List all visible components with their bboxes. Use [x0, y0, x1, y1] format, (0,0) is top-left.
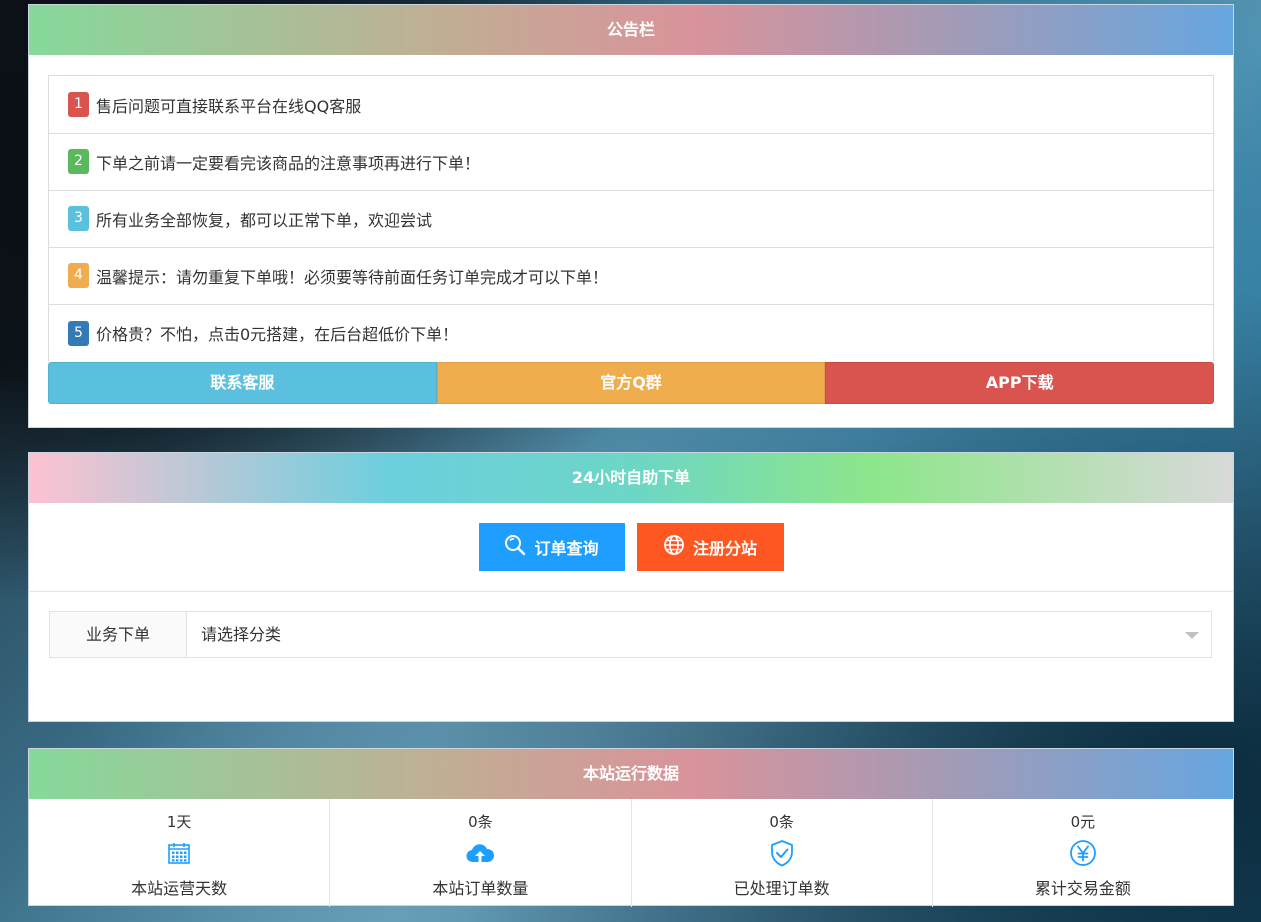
shield-check-icon	[632, 837, 932, 869]
register-substation-label: 注册分站	[692, 539, 757, 558]
yen-icon	[933, 837, 1233, 869]
notice-text: 价格贵？不怕，点击0元搭建，在后台超低价下单！	[96, 325, 459, 344]
cloud-upload-icon	[330, 837, 630, 869]
notice-title: 公告栏	[29, 5, 1233, 55]
order-panel: 24小时自助下单 订单查询 注册分站 业务下单 请选择分类	[28, 452, 1234, 722]
order-query-button[interactable]: 订单查询	[478, 523, 625, 571]
register-substation-button[interactable]: 注册分站	[636, 523, 784, 571]
stat-value: 1天	[166, 813, 192, 831]
order-title: 24小时自助下单	[29, 453, 1233, 503]
order-query-label: 订单查询	[534, 539, 599, 558]
app-download-button[interactable]: APP下载	[825, 362, 1215, 404]
select-label: 业务下单	[50, 612, 187, 657]
notice-number-badge: 5	[68, 320, 89, 346]
contact-service-button[interactable]: 联系客服	[48, 362, 437, 404]
notice-number-badge: 3	[68, 206, 89, 231]
notice-number-badge: 4	[68, 263, 89, 288]
stat-label: 已处理订单数	[733, 879, 830, 898]
notice-text: 所有业务全部恢复，都可以正常下单，欢迎尝试	[96, 210, 433, 230]
order-action-row: 订单查询 注册分站	[29, 503, 1233, 592]
stat-order-count: 0条 本站订单数量	[330, 799, 632, 907]
notice-text: 下单之前请一定要看完该商品的注意事项再进行下单！	[96, 153, 481, 173]
list-item: 5 价格贵？不怕，点击0元搭建，在后台超低价下单！	[49, 304, 1213, 362]
chevron-down-icon	[1185, 632, 1199, 639]
search-icon	[504, 534, 526, 560]
notice-panel: 公告栏 1 售后问题可直接联系平台在线QQ客服 2 下单之前请一定要看完该商品的…	[28, 4, 1234, 428]
notice-number-badge: 1	[68, 92, 89, 117]
stats-title: 本站运行数据	[29, 749, 1233, 799]
stat-label: 本站运营天数	[131, 879, 228, 898]
category-select-row: 业务下单 请选择分类	[49, 611, 1212, 658]
qq-group-button[interactable]: 官方Q群	[436, 362, 826, 404]
notice-list: 1 售后问题可直接联系平台在线QQ客服 2 下单之前请一定要看完该商品的注意事项…	[48, 75, 1214, 362]
category-select[interactable]: 请选择分类	[187, 612, 1211, 657]
list-item: 2 下单之前请一定要看完该商品的注意事项再进行下单！	[49, 133, 1213, 191]
stats-panel: 本站运行数据 1天 本站运营天数 0条 本站订单数量 0条 已处理订单数 0元 …	[28, 748, 1234, 907]
notice-button-group: 联系客服 官方Q群 APP下载	[48, 362, 1215, 404]
list-item: 3 所有业务全部恢复，都可以正常下单，欢迎尝试	[49, 190, 1213, 248]
stat-value: 0条	[468, 813, 493, 831]
calendar-icon	[29, 837, 329, 869]
stat-value: 0条	[769, 813, 794, 831]
stat-value: 0元	[1070, 813, 1096, 831]
stat-label: 本站订单数量	[432, 879, 529, 898]
category-select-value: 请选择分类	[201, 625, 282, 644]
list-item: 4 温馨提示：请勿重复下单哦！必须要等待前面任务订单完成才可以下单！	[49, 247, 1213, 305]
notice-number-badge: 2	[68, 149, 89, 174]
stat-operating-days: 1天 本站运营天数	[29, 799, 331, 907]
list-item: 1 售后问题可直接联系平台在线QQ客服	[49, 76, 1213, 134]
stats-row: 1天 本站运营天数 0条 本站订单数量 0条 已处理订单数 0元 累计交易金额	[29, 799, 1233, 907]
globe-icon	[663, 534, 685, 560]
stat-label: 累计交易金额	[1034, 879, 1131, 898]
notice-text: 温馨提示：请勿重复下单哦！必须要等待前面任务订单完成才可以下单！	[96, 267, 609, 287]
notice-text: 售后问题可直接联系平台在线QQ客服	[96, 96, 362, 116]
stat-total-amount: 0元 累计交易金额	[933, 799, 1233, 907]
stat-processed-orders: 0条 已处理订单数	[632, 799, 933, 907]
